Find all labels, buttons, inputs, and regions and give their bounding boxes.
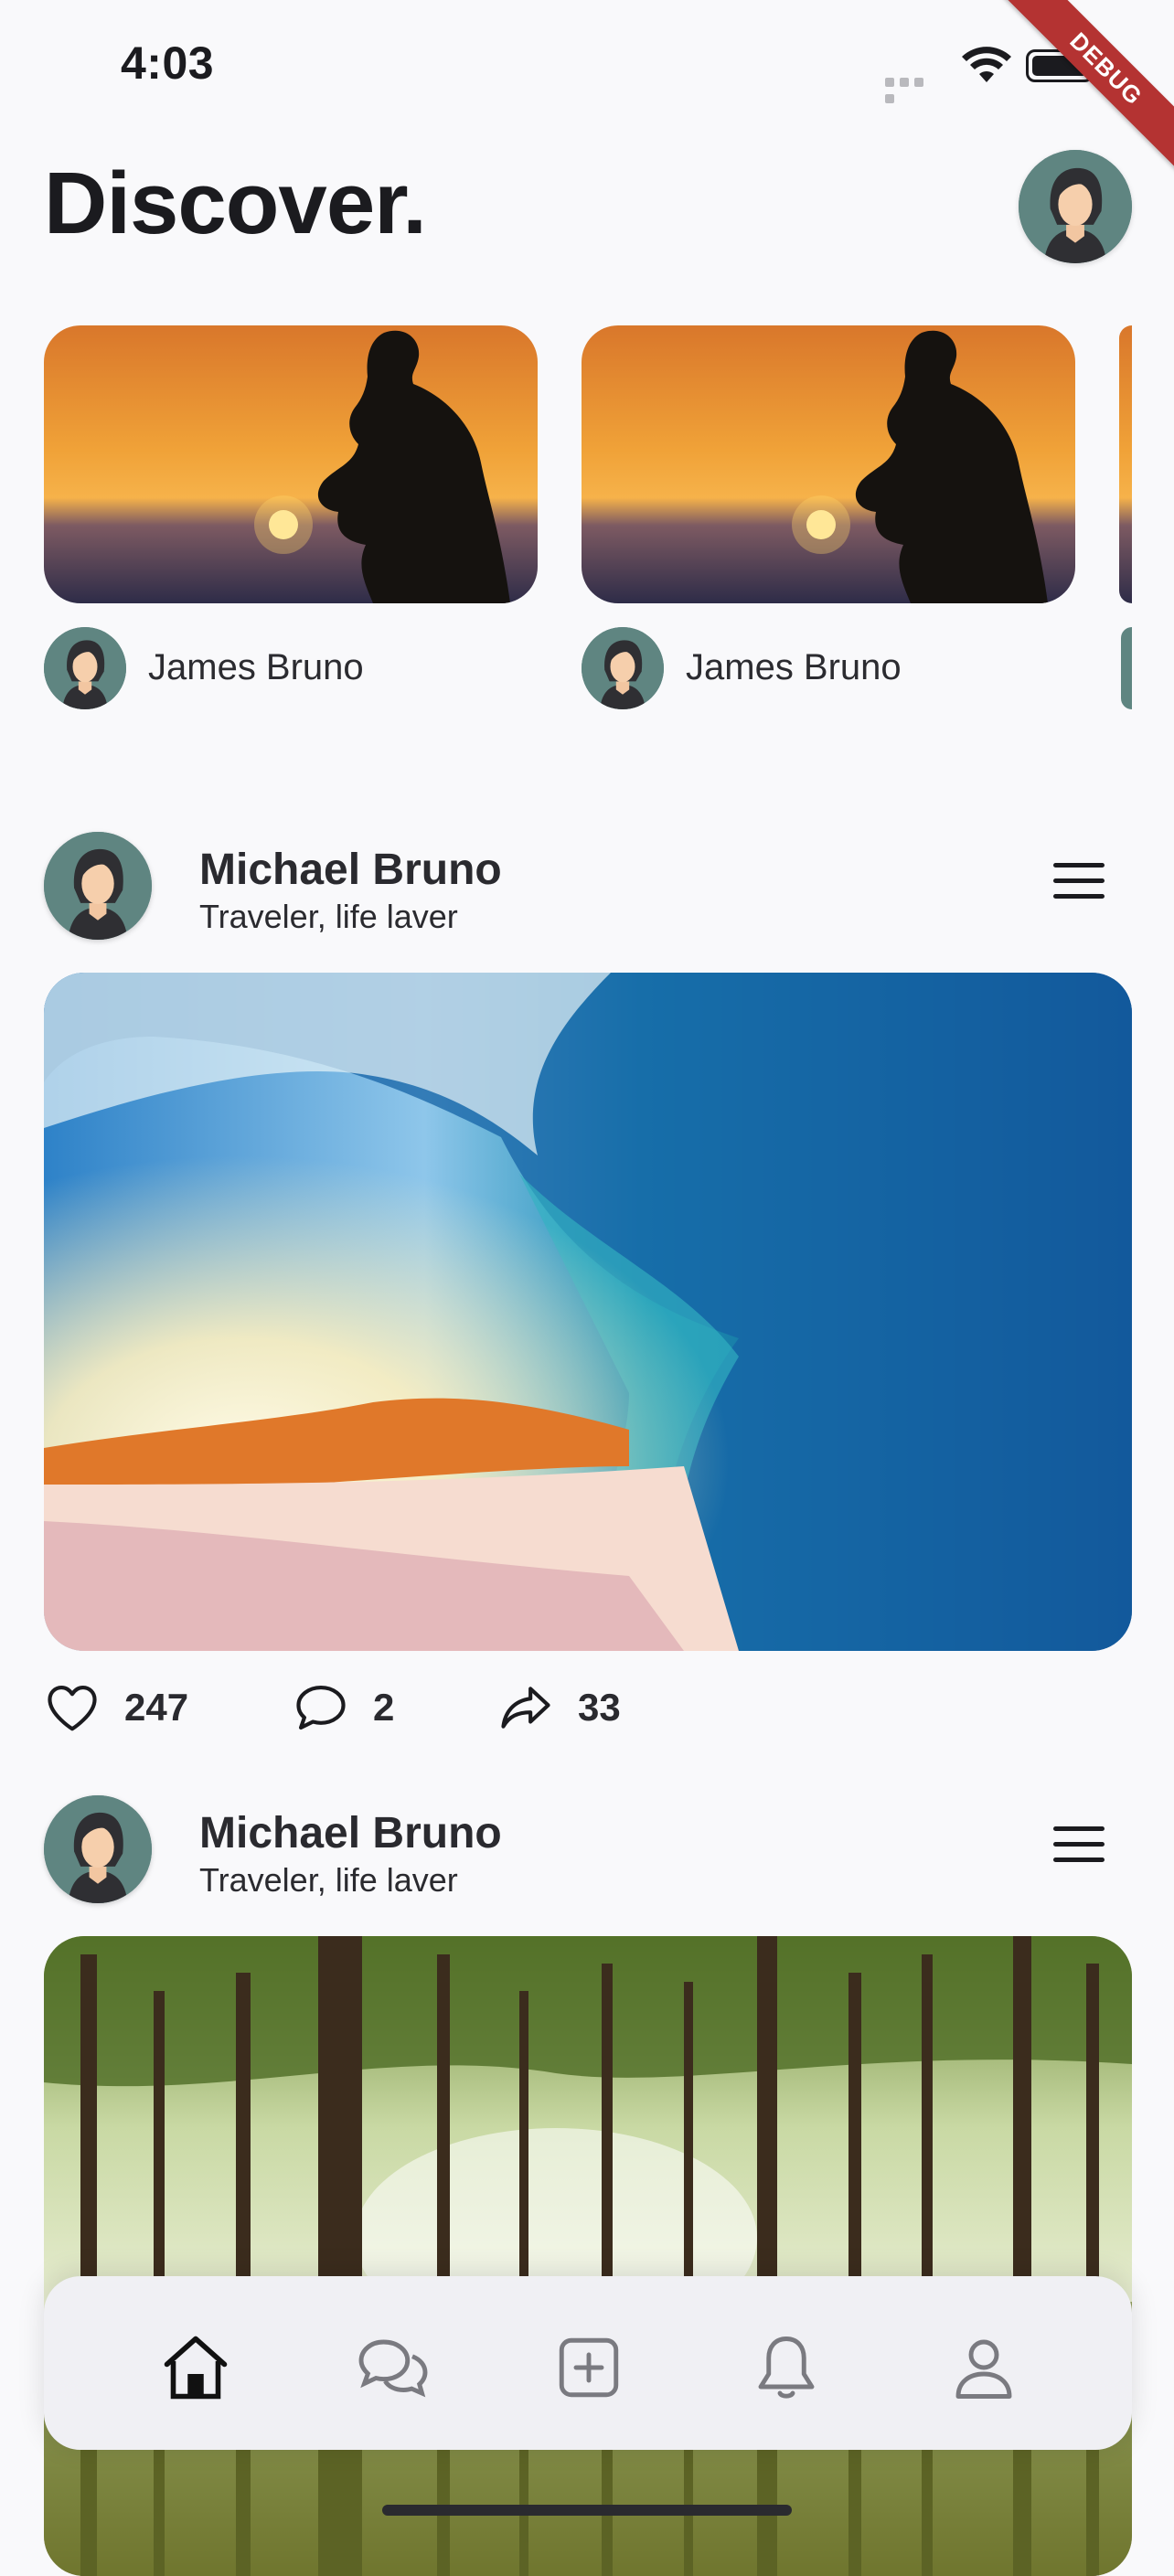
add-icon[interactable] <box>550 2329 627 2406</box>
avatar[interactable] <box>44 832 152 940</box>
post-image[interactable] <box>44 973 1132 1651</box>
bottom-nav <box>44 2276 1132 2450</box>
avatar <box>1121 627 1132 709</box>
post-author-subtitle: Traveler, life laver <box>199 1861 458 1899</box>
wifi-icon <box>962 46 1011 84</box>
post-author-name: Michael Bruno <box>199 1809 502 1857</box>
avatar[interactable] <box>44 1795 152 1903</box>
story-author-name: James Bruno <box>148 647 364 687</box>
post-image[interactable] <box>44 1936 1132 2576</box>
story-card-partial[interactable] <box>1119 325 1132 603</box>
post-author-name: Michael Bruno <box>199 846 502 894</box>
story-author: James Bruno <box>44 627 538 709</box>
comment-button[interactable]: 2 <box>293 1677 394 1739</box>
home-icon[interactable] <box>157 2329 234 2406</box>
story-author: James Bruno <box>582 627 1075 709</box>
avatar[interactable] <box>582 627 664 709</box>
post-header: Michael Bruno Traveler, life laver <box>44 832 1132 942</box>
comment-count: 2 <box>373 1686 395 1729</box>
heart-icon <box>48 1685 97 1731</box>
bell-icon[interactable] <box>748 2329 825 2406</box>
share-count: 33 <box>578 1686 621 1729</box>
post-actions: 247 2 33 <box>44 1677 775 1739</box>
chat-icon[interactable] <box>355 2329 432 2406</box>
story-author-name: James Bruno <box>686 647 902 687</box>
story-card[interactable]: James Bruno <box>44 325 538 709</box>
share-button[interactable]: 33 <box>497 1677 621 1739</box>
story-image[interactable] <box>582 325 1075 603</box>
profile-avatar[interactable] <box>1019 150 1132 263</box>
status-time: 4:03 <box>121 37 215 89</box>
share-icon <box>501 1687 550 1729</box>
like-button[interactable]: 247 <box>44 1677 188 1739</box>
post-author-subtitle: Traveler, life laver <box>199 898 458 935</box>
menu-icon[interactable] <box>1053 863 1105 903</box>
comment-icon <box>296 1685 346 1730</box>
signal-icon <box>885 75 942 103</box>
page-title: Discover. <box>44 154 427 252</box>
story-image[interactable] <box>44 325 538 603</box>
profile-icon[interactable] <box>945 2329 1022 2406</box>
debug-banner: DEBUG <box>1000 0 1174 175</box>
story-card[interactable]: James Bruno <box>582 325 1075 709</box>
like-count: 247 <box>124 1686 189 1729</box>
menu-icon[interactable] <box>1053 1826 1105 1867</box>
home-indicator <box>382 2505 792 2516</box>
avatar[interactable] <box>44 627 126 709</box>
post-header: Michael Bruno Traveler, life laver <box>44 1795 1132 1905</box>
